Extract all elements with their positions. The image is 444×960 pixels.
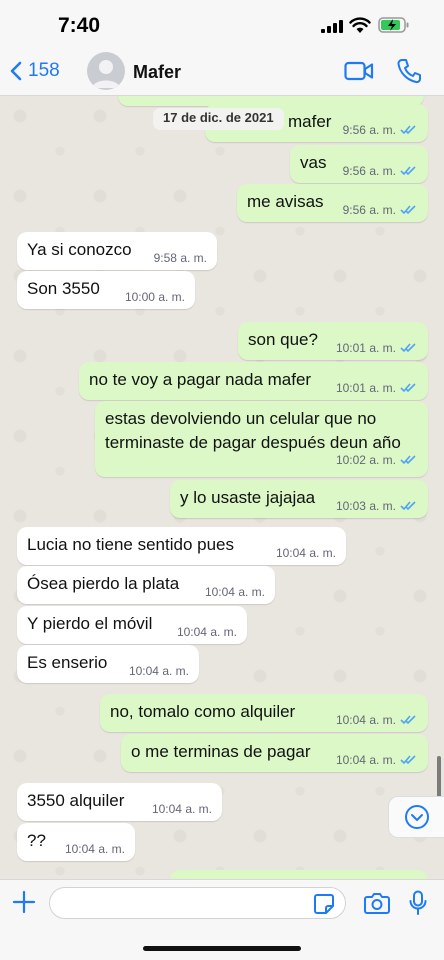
message-out[interactable]: son que? 10:01 a. m.	[238, 322, 428, 360]
chat-area[interactable]: mafer 9:56 a. m. 17 de dic. de 2021 vas …	[0, 96, 444, 879]
double-check-icon	[400, 166, 416, 176]
message-text: Son 3550	[27, 279, 100, 298]
double-check-icon	[400, 343, 416, 353]
message-out[interactable]: vas 9:56 a. m.	[290, 145, 428, 183]
message-time: 9:56 a. m.	[342, 164, 396, 178]
message-in[interactable]: ?? 10:04 a. m.	[17, 823, 135, 861]
message-text: Y pierdo el móvil	[27, 614, 153, 633]
message-time: 10:04 a. m.	[335, 753, 396, 767]
double-check-icon	[400, 383, 416, 393]
message-out[interactable]: o me terminas de pagar 10:04 a. m.	[121, 734, 428, 772]
double-check-icon	[400, 125, 416, 135]
message-time: 10:04 a. m.	[275, 546, 336, 560]
unread-count: 158	[28, 60, 60, 81]
message-text: y lo usaste jajajaa	[180, 488, 316, 507]
plus-icon[interactable]	[12, 890, 36, 914]
microphone-icon[interactable]	[408, 890, 428, 916]
message-text: ??	[27, 831, 46, 850]
person-silhouette-icon	[92, 60, 120, 88]
message-time: 9:58 a. m.	[153, 251, 207, 265]
message-out[interactable]: me avisas 9:56 a. m.	[237, 184, 428, 222]
message-out[interactable]: y lo usaste jajajaa 10:03 a. m.	[170, 480, 428, 518]
battery-charging-icon	[378, 17, 409, 33]
phone-icon[interactable]	[397, 58, 421, 84]
status-bar: 7:40	[0, 0, 444, 48]
message-text: Ósea pierdo la plata	[27, 574, 180, 593]
composer-bar	[0, 879, 444, 960]
message-in[interactable]: Y pierdo el móvil 10:04 a. m.	[17, 606, 247, 644]
wifi-icon	[349, 17, 371, 33]
message-text: son que?	[248, 330, 318, 349]
double-check-icon	[400, 455, 416, 465]
message-text: me avisas	[247, 192, 324, 211]
message-in[interactable]: Lucia no tiene sentido pues 10:04 a. m.	[17, 527, 346, 565]
chat-header: 158 Mafer	[0, 48, 444, 96]
message-text: mafer	[288, 112, 332, 131]
double-check-icon	[400, 755, 416, 765]
message-text: vas	[300, 153, 327, 172]
camera-icon[interactable]	[364, 892, 390, 914]
status-time: 7:40	[58, 14, 101, 37]
message-time: 10:01 a. m.	[335, 381, 396, 395]
message-out[interactable]: estas devolviendo un celular que no term…	[95, 401, 428, 477]
message-in[interactable]: Ósea pierdo la plata 10:04 a. m.	[17, 566, 275, 604]
video-call-icon[interactable]	[344, 60, 374, 82]
message-text: o me terminas de pagar	[131, 742, 311, 761]
message-in[interactable]: Son 3550 10:00 a. m.	[17, 271, 195, 309]
cell-signal-icon	[321, 20, 343, 33]
message-time: 10:03 a. m.	[335, 499, 396, 513]
chevron-down-circle-icon	[404, 805, 429, 829]
message-in[interactable]: Es enserio 10:04 a. m.	[17, 645, 199, 683]
message-in[interactable]: 3550 alquiler 10:04 a. m.	[17, 783, 222, 821]
double-check-icon	[400, 501, 416, 511]
message-time: 10:04 a. m.	[151, 802, 212, 816]
message-out[interactable]: no, tomalo como alquiler 10:04 a. m.	[100, 694, 428, 732]
message-time: 10:01 a. m.	[335, 341, 396, 355]
message-time: 10:04 a. m.	[176, 625, 237, 639]
message-text: estas devolviendo un celular que no term…	[105, 409, 401, 452]
scroll-to-bottom-button[interactable]	[388, 796, 444, 838]
avatar[interactable]	[87, 52, 125, 90]
message-time: 10:00 a. m.	[124, 290, 185, 304]
message-text: Lucia no tiene sentido pues	[27, 535, 234, 554]
chevron-left-icon	[10, 61, 22, 81]
message-time: 10:02 a. m.	[335, 453, 396, 467]
message-time: 10:04 a. m.	[335, 713, 396, 727]
message-bubble-partial	[170, 870, 428, 879]
message-text: no te voy a pagar nada mafer	[89, 370, 312, 389]
contact-name[interactable]: Mafer	[133, 62, 181, 83]
double-check-icon	[400, 715, 416, 725]
double-check-icon	[400, 205, 416, 215]
message-time: 9:56 a. m.	[342, 123, 396, 137]
message-text: 3550 alquiler	[27, 791, 125, 810]
message-in[interactable]: Ya si conozco 9:58 a. m.	[17, 232, 217, 270]
message-time: 10:04 a. m.	[64, 842, 125, 856]
message-text: no, tomalo como alquiler	[110, 702, 296, 721]
back-button[interactable]: 158	[10, 60, 60, 82]
message-time: 10:04 a. m.	[204, 585, 265, 599]
date-separator: 17 de dic. de 2021	[153, 108, 284, 130]
message-text: Ya si conozco	[27, 240, 132, 259]
message-out[interactable]: no te voy a pagar nada mafer 10:01 a. m.	[79, 362, 428, 400]
home-indicator[interactable]	[143, 946, 301, 951]
sticker-icon[interactable]	[313, 893, 335, 915]
message-time: 9:56 a. m.	[342, 203, 396, 217]
message-text: Es enserio	[27, 653, 108, 672]
message-input[interactable]	[49, 887, 346, 919]
message-time: 10:04 a. m.	[128, 664, 189, 678]
